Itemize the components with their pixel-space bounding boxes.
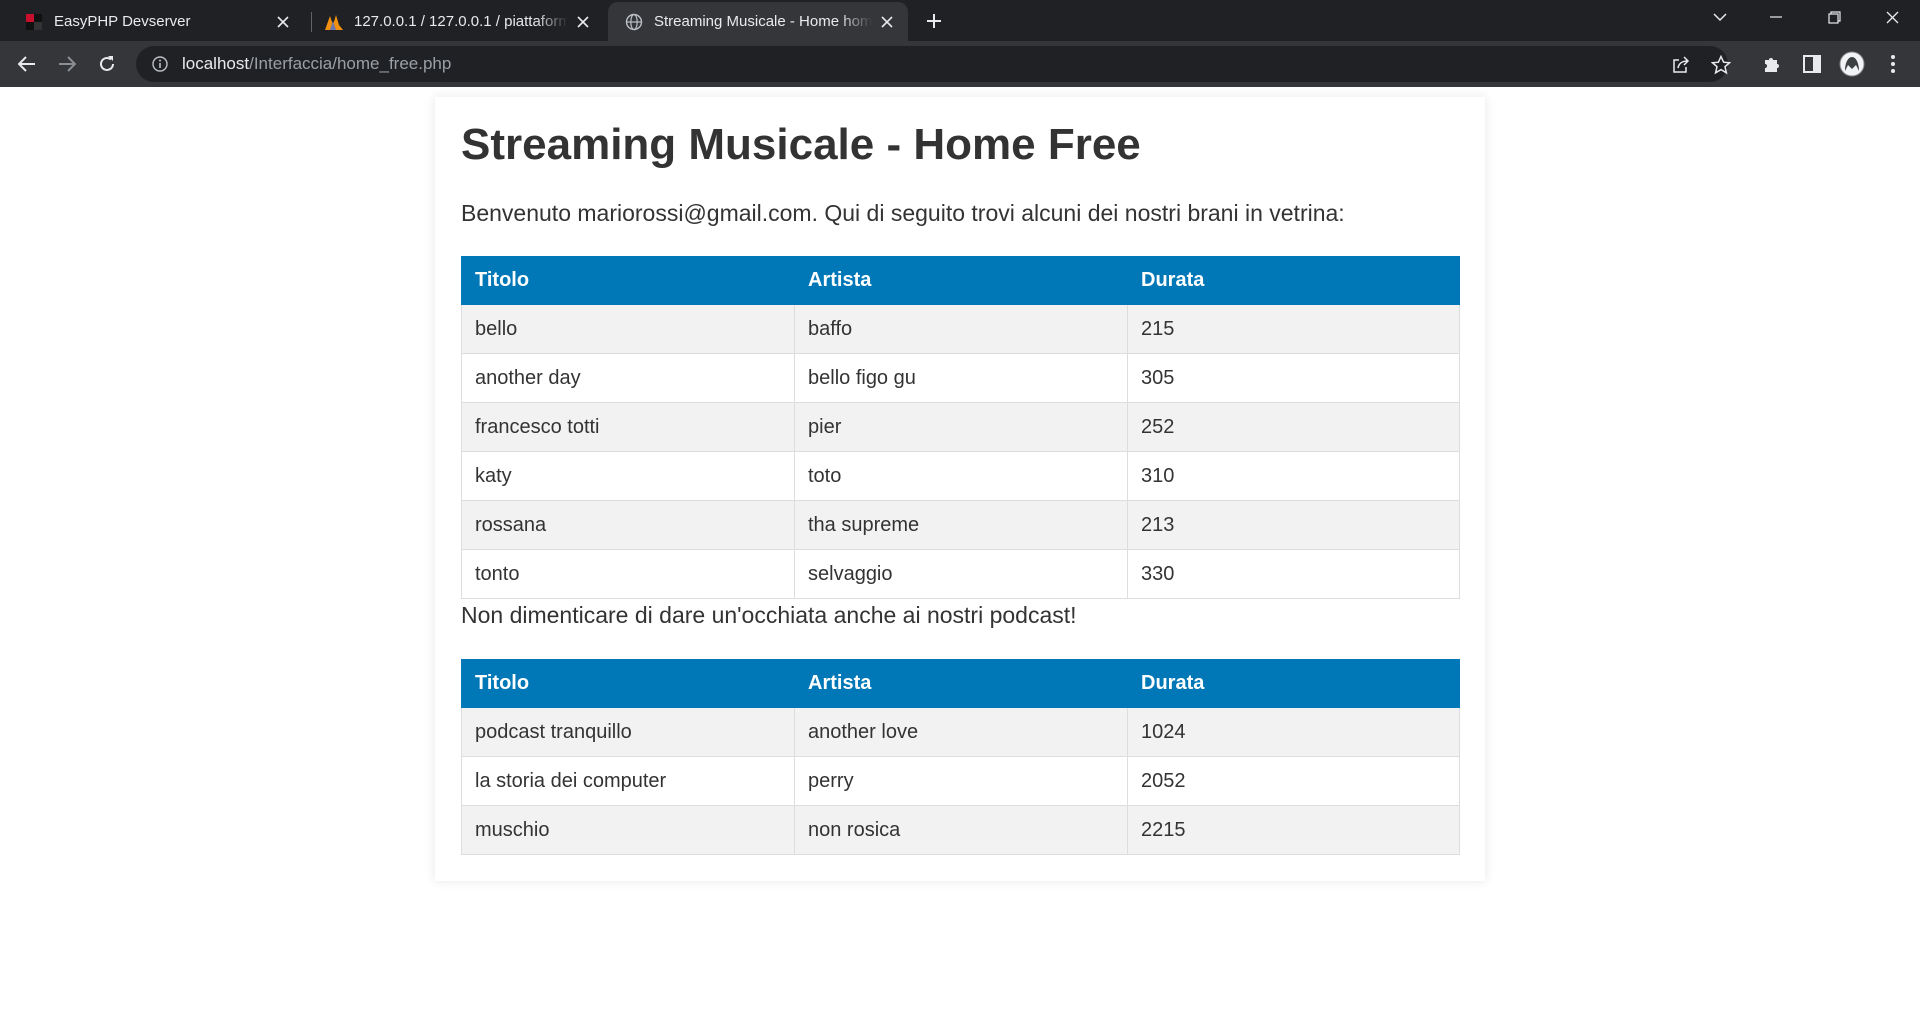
- extensions-icon[interactable]: [1759, 51, 1785, 77]
- table-header-row: Titolo Artista Durata: [461, 659, 1460, 708]
- globe-icon: [624, 12, 644, 32]
- url-host: localhost: [182, 54, 250, 73]
- cell-durata: 330: [1127, 549, 1460, 599]
- songs-table: Titolo Artista Durata bello baffo 215 an…: [461, 256, 1460, 599]
- minimize-icon: [1770, 16, 1782, 18]
- close-icon[interactable]: [274, 13, 292, 31]
- table-row: podcast tranquillo another love 1024: [461, 707, 1460, 757]
- column-header-titolo: Titolo: [461, 659, 795, 708]
- tab-title: EasyPHP Devserver: [54, 13, 191, 30]
- table-row: katy toto 310: [461, 451, 1460, 501]
- close-icon[interactable]: [878, 13, 896, 31]
- cell-durata: 2052: [1127, 756, 1460, 806]
- close-icon[interactable]: [574, 13, 592, 31]
- table-row: muschio non rosica 2215: [461, 805, 1460, 855]
- share-icon[interactable]: [1670, 54, 1692, 76]
- column-header-titolo: Titolo: [461, 256, 795, 305]
- cell-titolo: tonto: [461, 549, 795, 599]
- cell-artista: perry: [794, 756, 1128, 806]
- cell-durata: 213: [1127, 500, 1460, 550]
- restore-icon: [1827, 10, 1841, 24]
- welcome-text: Benvenuto mariorossi@gmail.com. Qui di s…: [461, 200, 1345, 226]
- cell-artista: non rosica: [794, 805, 1128, 855]
- chevron-down-icon: [1713, 12, 1727, 21]
- table-row: another day bello figo gu 305: [461, 353, 1460, 403]
- reload-button[interactable]: [91, 48, 123, 80]
- podcasts-table: Titolo Artista Durata podcast tranquillo…: [461, 659, 1460, 855]
- table-row: francesco totti pier 252: [461, 402, 1460, 452]
- forward-button[interactable]: [51, 48, 83, 80]
- close-window-button[interactable]: [1864, 0, 1920, 34]
- profile-avatar[interactable]: [1839, 51, 1865, 77]
- cell-artista: toto: [794, 451, 1128, 501]
- table-row: la storia dei computer perry 2052: [461, 756, 1460, 806]
- tab-phpmyadmin[interactable]: 127.0.0.1 / 127.0.0.1 / piattaforma: [308, 2, 604, 41]
- url-path: /Interfaccia/home_free.php: [249, 54, 452, 73]
- tab-streaming-musicale[interactable]: Streaming Musicale - Home home: [608, 2, 908, 41]
- table-row: rossana tha supreme 213: [461, 500, 1460, 550]
- content-card: Streaming Musicale - Home Free Benvenuto…: [435, 97, 1485, 881]
- tab-search-button[interactable]: [1692, 0, 1748, 34]
- column-header-artista: Artista: [794, 256, 1128, 305]
- arrow-right-icon: [59, 56, 76, 72]
- column-header-durata: Durata: [1127, 659, 1460, 708]
- cell-durata: 215: [1127, 304, 1460, 354]
- phpmyadmin-icon: [324, 12, 344, 32]
- cell-artista: another love: [794, 707, 1128, 757]
- new-tab-button[interactable]: [920, 7, 948, 35]
- cell-durata: 305: [1127, 353, 1460, 403]
- side-panel-icon[interactable]: [1799, 51, 1825, 77]
- close-icon: [1886, 11, 1898, 23]
- cell-durata: 2215: [1127, 805, 1460, 855]
- restore-button[interactable]: [1806, 0, 1862, 34]
- more-vert-icon: [1891, 55, 1895, 73]
- cell-titolo: rossana: [461, 500, 795, 550]
- column-header-durata: Durata: [1127, 256, 1460, 305]
- cell-artista: pier: [794, 402, 1128, 452]
- arrow-left-icon: [18, 56, 35, 72]
- minimize-button[interactable]: [1748, 0, 1804, 34]
- column-header-artista: Artista: [794, 659, 1128, 708]
- page-viewport: Streaming Musicale - Home Free Benvenuto…: [0, 87, 1920, 1015]
- tab-strip: EasyPHP Devserver 127.0.0.1 / 127.0.0.1 …: [0, 0, 1920, 41]
- cell-durata: 310: [1127, 451, 1460, 501]
- page-title: Streaming Musicale - Home Free: [461, 120, 1141, 169]
- bookmark-star-icon[interactable]: [1710, 54, 1732, 76]
- tab-title: 127.0.0.1 / 127.0.0.1 / piattaforma: [354, 13, 568, 30]
- cell-titolo: muschio: [461, 805, 795, 855]
- cell-artista: bello figo gu: [794, 353, 1128, 403]
- tab-title: Streaming Musicale - Home home: [654, 13, 872, 30]
- reload-icon: [100, 56, 114, 71]
- cell-titolo: la storia dei computer: [461, 756, 795, 806]
- tab-easyphp[interactable]: EasyPHP Devserver: [8, 2, 304, 41]
- info-icon[interactable]: [150, 54, 170, 74]
- cell-titolo: francesco totti: [461, 402, 795, 452]
- cell-titolo: bello: [461, 304, 795, 354]
- table-row: tonto selvaggio 330: [461, 549, 1460, 599]
- cell-artista: selvaggio: [794, 549, 1128, 599]
- cell-artista: baffo: [794, 304, 1128, 354]
- podcast-intro-text: Non dimenticare di dare un'occhiata anch…: [461, 602, 1077, 628]
- url-text: localhost/Interfaccia/home_free.php: [182, 54, 451, 74]
- cell-titolo: another day: [461, 353, 795, 403]
- address-bar[interactable]: localhost/Interfaccia/home_free.php: [136, 46, 1731, 82]
- easyphp-icon: [24, 12, 44, 32]
- cell-artista: tha supreme: [794, 500, 1128, 550]
- menu-button[interactable]: [1880, 51, 1906, 77]
- cell-durata: 1024: [1127, 707, 1460, 757]
- cell-titolo: katy: [461, 451, 795, 501]
- cell-titolo: podcast tranquillo: [461, 707, 795, 757]
- back-button[interactable]: [11, 48, 43, 80]
- avatar-icon: [1839, 51, 1865, 77]
- table-header-row: Titolo Artista Durata: [461, 256, 1460, 305]
- cell-durata: 252: [1127, 402, 1460, 452]
- browser-toolbar: localhost/Interfaccia/home_free.php: [0, 41, 1920, 87]
- table-row: bello baffo 215: [461, 304, 1460, 354]
